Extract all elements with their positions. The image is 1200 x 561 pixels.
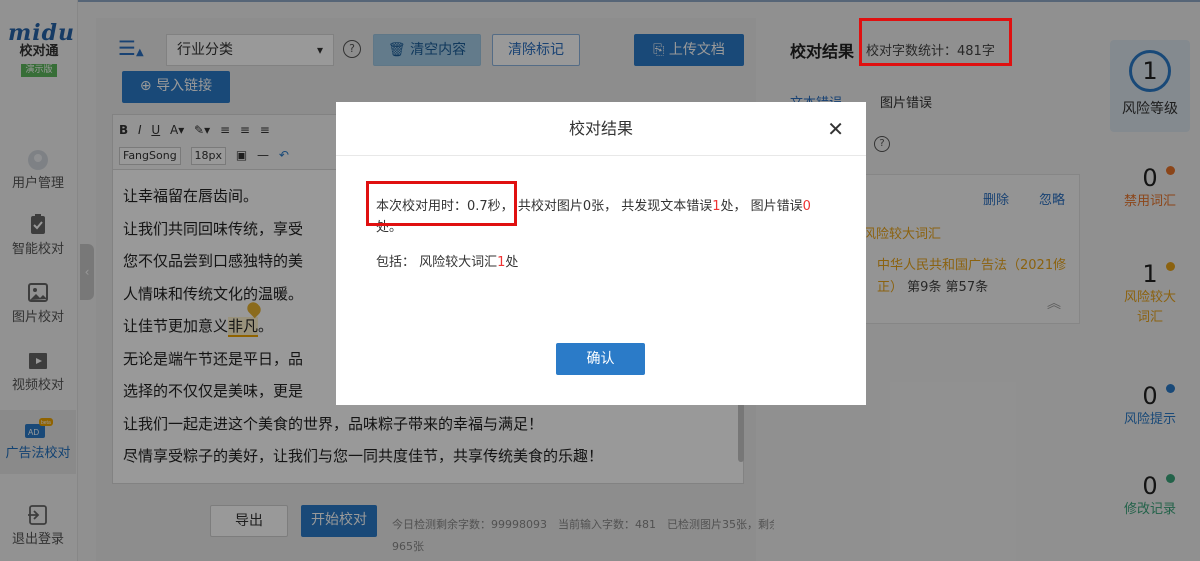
dialog-header: 校对结果 ✕: [336, 102, 866, 156]
summary-text: 处， 图片错误: [720, 199, 803, 214]
confirm-button[interactable]: 确认: [556, 343, 645, 375]
annotation-box-word-count: [859, 18, 1012, 66]
includes-text: 包括： 风险较大词汇: [376, 255, 498, 270]
summary-text: 共校对图片0张， 共发现文本错误: [517, 199, 713, 214]
includes-text: 处: [505, 255, 519, 270]
annotation-box-duration: [366, 181, 517, 226]
image-error-count: 0: [802, 199, 811, 214]
result-dialog: 校对结果 ✕ 本次校对用时：0.7秒， 共校对图片0张， 共发现文本错误1处， …: [336, 102, 866, 405]
dialog-includes: 包括： 风险较大词汇1处: [376, 252, 826, 273]
text-error-count: 1: [712, 199, 721, 214]
dialog-title: 校对结果: [568, 119, 633, 138]
close-icon[interactable]: ✕: [827, 102, 844, 156]
